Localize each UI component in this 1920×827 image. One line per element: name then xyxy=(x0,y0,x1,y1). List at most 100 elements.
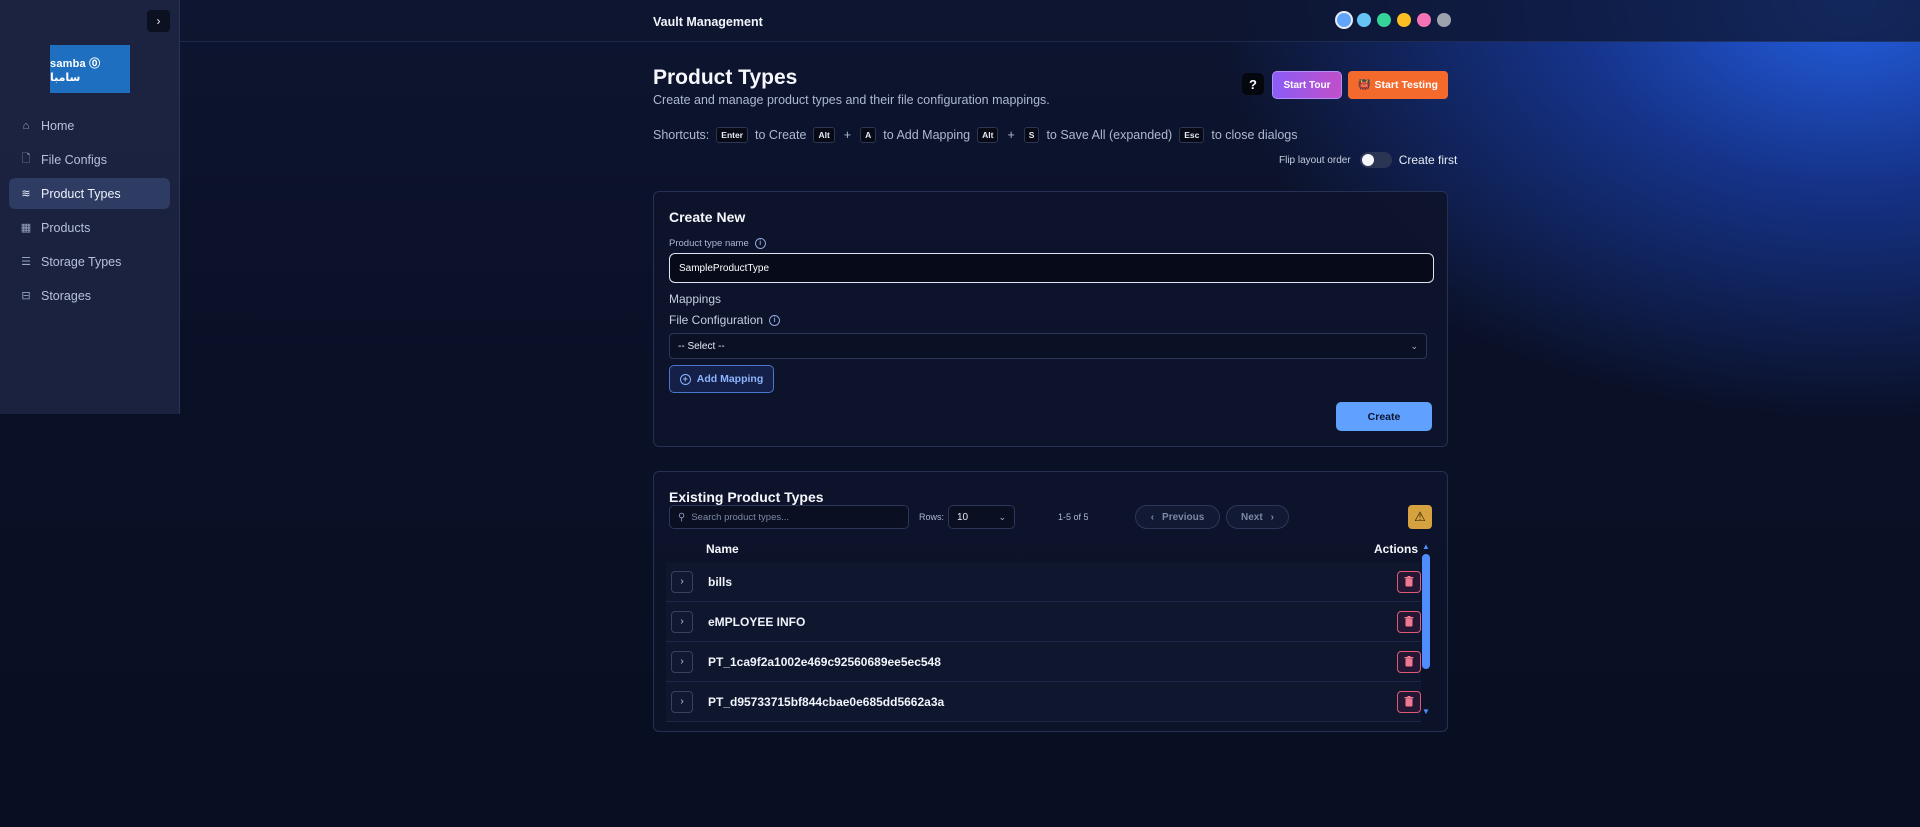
file-configuration-label: File Configuration i xyxy=(669,313,781,327)
sidebar-item-label: Products xyxy=(41,220,91,235)
add-mapping-button[interactable]: + Add Mapping xyxy=(669,365,774,393)
theme-color-swatch[interactable] xyxy=(1357,13,1371,27)
file-configuration-select[interactable]: -- Select -- ⌄ xyxy=(669,333,1427,359)
product-type-name: PT_d95733715bf844cbae0e685dd5662a3a xyxy=(708,694,945,709)
trash-icon xyxy=(1404,576,1414,587)
database-icon: ☰ xyxy=(21,256,31,268)
theme-color-swatch[interactable] xyxy=(1397,13,1411,27)
add-mapping-label: Add Mapping xyxy=(696,373,764,385)
delete-button[interactable] xyxy=(1397,650,1421,673)
theme-color-swatch[interactable] xyxy=(1417,13,1431,27)
flip-layout-label: Flip layout order xyxy=(1279,154,1351,166)
rows-per-page-value: 10 xyxy=(957,511,969,523)
start-tour-button[interactable]: Start Tour xyxy=(1272,71,1342,99)
table-row: › PT_1ca9f2a1002e469c92560689ee5ec548 xyxy=(666,642,1421,682)
home-icon: ⌂ xyxy=(22,119,30,132)
sidebar-item-home[interactable]: ⌂ Home xyxy=(9,110,170,141)
logo: samba ⓪ سامبا xyxy=(50,45,130,93)
top-bar: Vault Management xyxy=(180,0,1920,42)
ogre-icon: 👹 xyxy=(1358,79,1371,91)
table-row: › bills xyxy=(666,562,1421,602)
sidebar-item-label: Storages xyxy=(41,288,92,303)
chevron-right-icon: › xyxy=(680,696,684,707)
mappings-label: Mappings xyxy=(669,292,722,306)
product-types-table: › bills › eMPLOYEE INFO › PT_1ca9f2a1002e469c… xyxy=(666,562,1421,722)
help-icon: ? xyxy=(1249,76,1257,92)
expand-row-button[interactable]: › xyxy=(671,610,693,633)
product-type-name-input[interactable] xyxy=(669,253,1434,283)
column-header-actions: Actions xyxy=(1374,542,1419,556)
help-button[interactable]: ? xyxy=(1242,73,1264,95)
chevron-right-icon: › xyxy=(1270,511,1275,523)
start-testing-button[interactable]: 👹 Start Testing xyxy=(1348,71,1448,99)
theme-color-swatch[interactable] xyxy=(1437,13,1451,27)
sidebar-item-storages[interactable]: ⊟ Storages xyxy=(9,280,170,311)
create-button[interactable]: Create xyxy=(1336,402,1432,431)
shortcut-plus: + xyxy=(843,128,852,142)
shortcut-esc-text: to close dialogs xyxy=(1211,128,1298,142)
search-input[interactable] xyxy=(691,511,892,523)
sidebar-item-file-configs[interactable]: 🗋 File Configs xyxy=(9,144,170,175)
pagination-range: 1-5 of 5 xyxy=(1058,512,1089,522)
create-card: Create New Product type name i Mappings … xyxy=(653,191,1448,447)
plus-circle-icon: + xyxy=(679,373,691,385)
create-first-label: Create first xyxy=(1398,153,1458,167)
next-page-button[interactable]: Next › xyxy=(1226,505,1289,529)
chevron-down-icon: ⌄ xyxy=(1410,340,1418,351)
warning-button[interactable]: ⚠ xyxy=(1408,505,1432,529)
shortcut-enter-text: to Create xyxy=(755,128,807,142)
rows-per-page-select[interactable]: 10 ⌄ xyxy=(948,505,1015,529)
kbd-esc: Esc xyxy=(1179,127,1205,143)
previous-page-button[interactable]: ‹ Previous xyxy=(1135,505,1220,529)
scroll-track[interactable] xyxy=(1420,552,1432,707)
info-icon[interactable]: i xyxy=(769,314,781,326)
product-type-name-label: Product type name i xyxy=(669,238,766,249)
next-label: Next xyxy=(1240,511,1263,523)
product-type-name-label-text: Product type name xyxy=(669,238,749,249)
chevron-right-icon: › xyxy=(156,14,161,28)
delete-button[interactable] xyxy=(1397,570,1421,593)
delete-button[interactable] xyxy=(1397,690,1421,713)
sidebar-nav: ⌂ Home 🗋 File Configs ≋ Product Types ▦ Product… xyxy=(9,110,170,314)
trash-icon xyxy=(1404,656,1414,667)
sidebar-collapse-button[interactable]: › xyxy=(147,10,170,32)
rows-label: Rows: xyxy=(919,512,945,522)
app-title: Vault Management xyxy=(653,15,763,29)
theme-color-swatch[interactable] xyxy=(1337,13,1351,27)
expand-row-button[interactable]: › xyxy=(671,650,693,673)
product-type-name: bills xyxy=(708,574,733,589)
delete-button[interactable] xyxy=(1397,610,1421,633)
shortcuts-hint: Shortcuts: Enter to Create Alt + A to Ad… xyxy=(653,127,1298,143)
scroll-up-arrow[interactable]: ▲ xyxy=(1420,542,1432,552)
sidebar-item-label: Storage Types xyxy=(41,254,122,269)
existing-card: Existing Product Types ⚲ Rows: 10 ⌄ 1-5 … xyxy=(653,471,1448,732)
expand-row-button[interactable]: › xyxy=(671,570,693,593)
create-card-title: Create New xyxy=(669,209,746,225)
layers-icon: ≋ xyxy=(21,188,31,200)
info-icon[interactable]: i xyxy=(754,238,766,249)
chevron-down-icon: ⌄ xyxy=(998,511,1006,522)
start-testing-label: Start Testing xyxy=(1374,79,1438,91)
table-scrollbar[interactable]: ▲ ▼ xyxy=(1420,542,1432,717)
sidebar-item-label: Product Types xyxy=(41,186,121,201)
theme-color-swatch[interactable] xyxy=(1377,13,1391,27)
product-type-name: eMPLOYEE INFO xyxy=(708,614,806,629)
kbd-a: A xyxy=(860,127,877,143)
sidebar-item-products[interactable]: ▦ Products xyxy=(9,212,170,243)
theme-picker xyxy=(1337,13,1451,27)
scroll-down-arrow[interactable]: ▼ xyxy=(1420,707,1432,717)
file-configuration-label-text: File Configuration xyxy=(669,313,764,327)
scroll-thumb[interactable] xyxy=(1422,554,1430,669)
column-header-name: Name xyxy=(706,542,739,556)
expand-row-button[interactable]: › xyxy=(671,690,693,713)
shortcut-s-text: to Save All (expanded) xyxy=(1046,128,1173,142)
sidebar-item-product-types[interactable]: ≋ Product Types xyxy=(9,178,170,209)
archive-icon: ⊟ xyxy=(21,290,31,302)
sidebar-item-storage-types[interactable]: ☰ Storage Types xyxy=(9,246,170,277)
shortcut-a-text: to Add Mapping xyxy=(883,128,971,142)
kbd-enter: Enter xyxy=(716,127,749,143)
flip-layout-toggle[interactable] xyxy=(1359,152,1392,168)
existing-card-title: Existing Product Types xyxy=(669,489,824,505)
kbd-alt-2: Alt xyxy=(977,127,999,143)
page-title: Product Types xyxy=(653,66,798,89)
